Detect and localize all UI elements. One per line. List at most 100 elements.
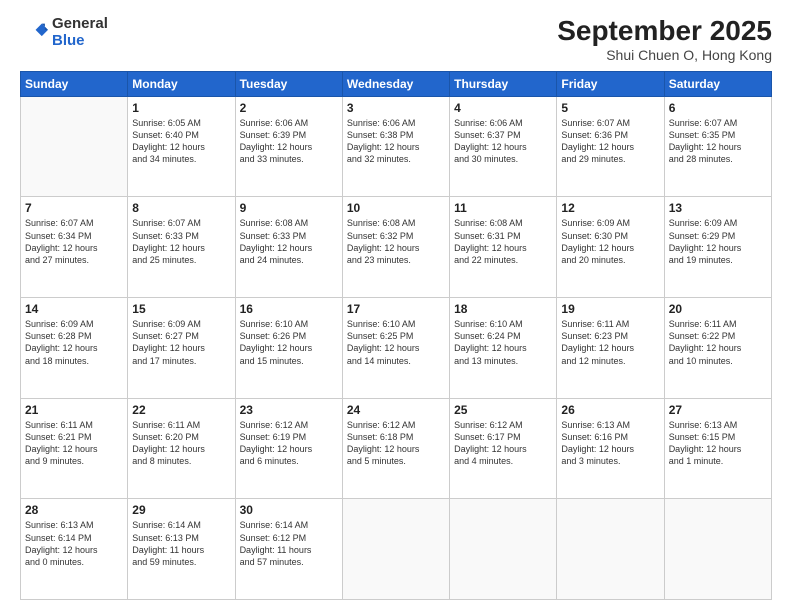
day-number: 23	[240, 403, 338, 417]
day-number: 12	[561, 201, 659, 215]
calendar-cell: 17 Sunrise: 6:10 AM Sunset: 6:25 PM Dayli…	[342, 298, 449, 399]
day-info: Sunrise: 6:05 AM Sunset: 6:40 PM Dayligh…	[132, 117, 230, 166]
logo-text: General Blue	[52, 16, 108, 49]
day-info: Sunrise: 6:09 AM Sunset: 6:29 PM Dayligh…	[669, 217, 767, 266]
day-number: 2	[240, 101, 338, 115]
day-number: 1	[132, 101, 230, 115]
header: General Blue September 2025 Shui Chuen O…	[20, 16, 772, 63]
calendar-cell	[21, 96, 128, 197]
calendar-day-header: Sunday	[21, 71, 128, 96]
calendar-cell: 8 Sunrise: 6:07 AM Sunset: 6:33 PM Daylig…	[128, 197, 235, 298]
calendar-cell: 19 Sunrise: 6:11 AM Sunset: 6:23 PM Dayli…	[557, 298, 664, 399]
day-number: 17	[347, 302, 445, 316]
day-number: 7	[25, 201, 123, 215]
day-info: Sunrise: 6:14 AM Sunset: 6:13 PM Dayligh…	[132, 519, 230, 568]
calendar-cell: 30 Sunrise: 6:14 AM Sunset: 6:12 PM Dayli…	[235, 499, 342, 600]
calendar-cell: 23 Sunrise: 6:12 AM Sunset: 6:19 PM Dayli…	[235, 398, 342, 499]
calendar-cell: 7 Sunrise: 6:07 AM Sunset: 6:34 PM Daylig…	[21, 197, 128, 298]
day-info: Sunrise: 6:14 AM Sunset: 6:12 PM Dayligh…	[240, 519, 338, 568]
calendar-cell: 18 Sunrise: 6:10 AM Sunset: 6:24 PM Dayli…	[450, 298, 557, 399]
day-info: Sunrise: 6:08 AM Sunset: 6:33 PM Dayligh…	[240, 217, 338, 266]
day-info: Sunrise: 6:11 AM Sunset: 6:23 PM Dayligh…	[561, 318, 659, 367]
day-info: Sunrise: 6:06 AM Sunset: 6:38 PM Dayligh…	[347, 117, 445, 166]
calendar-day-header: Tuesday	[235, 71, 342, 96]
calendar-cell: 20Sunrise: 6:11 AM Sunset: 6:22 PM Dayli…	[664, 298, 771, 399]
day-info: Sunrise: 6:10 AM Sunset: 6:26 PM Dayligh…	[240, 318, 338, 367]
calendar-day-header: Wednesday	[342, 71, 449, 96]
calendar-header-row: SundayMondayTuesdayWednesdayThursdayFrid…	[21, 71, 772, 96]
title-location: Shui Chuen O, Hong Kong	[557, 47, 772, 63]
calendar-cell	[450, 499, 557, 600]
day-info: Sunrise: 6:08 AM Sunset: 6:31 PM Dayligh…	[454, 217, 552, 266]
day-info: Sunrise: 6:07 AM Sunset: 6:35 PM Dayligh…	[669, 117, 767, 166]
calendar-day-header: Friday	[557, 71, 664, 96]
calendar-cell: 2 Sunrise: 6:06 AM Sunset: 6:39 PM Daylig…	[235, 96, 342, 197]
day-info: Sunrise: 6:07 AM Sunset: 6:34 PM Dayligh…	[25, 217, 123, 266]
calendar-cell: 16 Sunrise: 6:10 AM Sunset: 6:26 PM Dayli…	[235, 298, 342, 399]
day-number: 19	[561, 302, 659, 316]
calendar-cell: 3 Sunrise: 6:06 AM Sunset: 6:38 PM Daylig…	[342, 96, 449, 197]
calendar-cell: 14 Sunrise: 6:09 AM Sunset: 6:28 PM Dayli…	[21, 298, 128, 399]
day-info: Sunrise: 6:11 AM Sunset: 6:20 PM Dayligh…	[132, 419, 230, 468]
day-info: Sunrise: 6:06 AM Sunset: 6:39 PM Dayligh…	[240, 117, 338, 166]
calendar-week-row: 21 Sunrise: 6:11 AM Sunset: 6:21 PM Dayli…	[21, 398, 772, 499]
calendar-week-row: 1 Sunrise: 6:05 AM Sunset: 6:40 PM Daylig…	[21, 96, 772, 197]
logo-blue: Blue	[52, 33, 108, 50]
calendar-cell: 28Sunrise: 6:13 AM Sunset: 6:14 PM Dayli…	[21, 499, 128, 600]
calendar-table: SundayMondayTuesdayWednesdayThursdayFrid…	[20, 71, 772, 600]
day-info: Sunrise: 6:09 AM Sunset: 6:27 PM Dayligh…	[132, 318, 230, 367]
day-number: 30	[240, 503, 338, 517]
day-number: 3	[347, 101, 445, 115]
calendar-cell: 10 Sunrise: 6:08 AM Sunset: 6:32 PM Dayli…	[342, 197, 449, 298]
day-info: Sunrise: 6:09 AM Sunset: 6:28 PM Dayligh…	[25, 318, 123, 367]
calendar-cell: 27Sunrise: 6:13 AM Sunset: 6:15 PM Dayli…	[664, 398, 771, 499]
day-number: 26	[561, 403, 659, 417]
calendar-cell: 24 Sunrise: 6:12 AM Sunset: 6:18 PM Dayli…	[342, 398, 449, 499]
calendar-cell	[557, 499, 664, 600]
title-month: September 2025	[557, 16, 772, 47]
calendar-cell: 15 Sunrise: 6:09 AM Sunset: 6:27 PM Dayli…	[128, 298, 235, 399]
day-info: Sunrise: 6:07 AM Sunset: 6:36 PM Dayligh…	[561, 117, 659, 166]
day-info: Sunrise: 6:11 AM Sunset: 6:21 PM Dayligh…	[25, 419, 123, 468]
calendar-cell: 26Sunrise: 6:13 AM Sunset: 6:16 PM Dayli…	[557, 398, 664, 499]
day-number: 14	[25, 302, 123, 316]
day-info: Sunrise: 6:09 AM Sunset: 6:30 PM Dayligh…	[561, 217, 659, 266]
day-number: 28	[25, 503, 123, 517]
day-number: 24	[347, 403, 445, 417]
day-number: 8	[132, 201, 230, 215]
logo: General Blue	[20, 16, 108, 49]
day-info: Sunrise: 6:12 AM Sunset: 6:19 PM Dayligh…	[240, 419, 338, 468]
day-number: 20	[669, 302, 767, 316]
page: General Blue September 2025 Shui Chuen O…	[0, 0, 792, 612]
logo-general: General	[52, 16, 108, 33]
day-number: 27	[669, 403, 767, 417]
day-number: 25	[454, 403, 552, 417]
day-info: Sunrise: 6:12 AM Sunset: 6:18 PM Dayligh…	[347, 419, 445, 468]
calendar-cell: 1 Sunrise: 6:05 AM Sunset: 6:40 PM Daylig…	[128, 96, 235, 197]
calendar-cell: 9Sunrise: 6:08 AM Sunset: 6:33 PM Daylig…	[235, 197, 342, 298]
calendar-week-row: 14 Sunrise: 6:09 AM Sunset: 6:28 PM Dayli…	[21, 298, 772, 399]
calendar-cell: 5 Sunrise: 6:07 AM Sunset: 6:36 PM Daylig…	[557, 96, 664, 197]
calendar-cell: 29 Sunrise: 6:14 AM Sunset: 6:13 PM Dayli…	[128, 499, 235, 600]
day-number: 15	[132, 302, 230, 316]
logo-icon	[20, 19, 48, 47]
day-info: Sunrise: 6:07 AM Sunset: 6:33 PM Dayligh…	[132, 217, 230, 266]
day-number: 18	[454, 302, 552, 316]
day-info: Sunrise: 6:10 AM Sunset: 6:25 PM Dayligh…	[347, 318, 445, 367]
day-number: 10	[347, 201, 445, 215]
calendar-cell: 11Sunrise: 6:08 AM Sunset: 6:31 PM Dayli…	[450, 197, 557, 298]
day-number: 29	[132, 503, 230, 517]
title-block: September 2025 Shui Chuen O, Hong Kong	[557, 16, 772, 63]
calendar-cell	[664, 499, 771, 600]
day-info: Sunrise: 6:10 AM Sunset: 6:24 PM Dayligh…	[454, 318, 552, 367]
day-number: 4	[454, 101, 552, 115]
calendar-week-row: 28Sunrise: 6:13 AM Sunset: 6:14 PM Dayli…	[21, 499, 772, 600]
day-info: Sunrise: 6:08 AM Sunset: 6:32 PM Dayligh…	[347, 217, 445, 266]
day-number: 6	[669, 101, 767, 115]
day-info: Sunrise: 6:06 AM Sunset: 6:37 PM Dayligh…	[454, 117, 552, 166]
day-number: 5	[561, 101, 659, 115]
calendar-cell: 22Sunrise: 6:11 AM Sunset: 6:20 PM Dayli…	[128, 398, 235, 499]
day-number: 16	[240, 302, 338, 316]
day-number: 21	[25, 403, 123, 417]
calendar-cell: 4 Sunrise: 6:06 AM Sunset: 6:37 PM Daylig…	[450, 96, 557, 197]
